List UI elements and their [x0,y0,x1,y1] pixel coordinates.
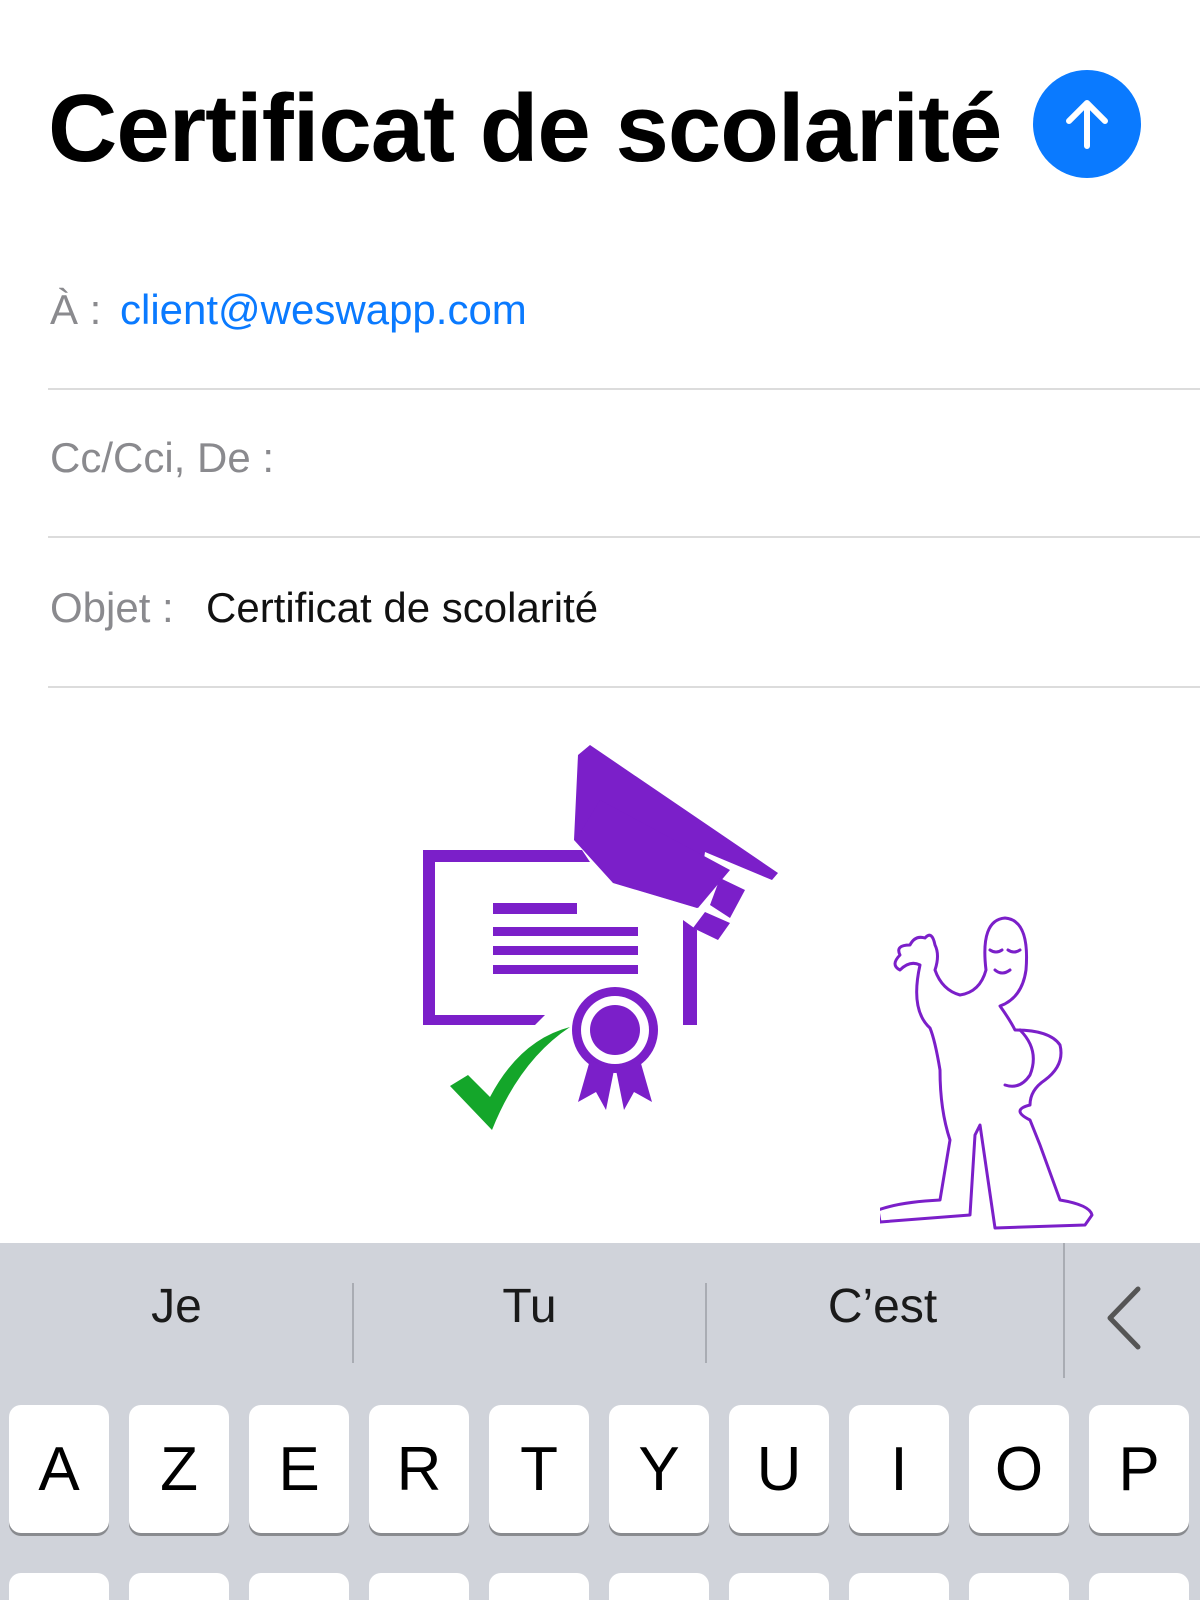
predictive-bar: Je Tu C’est [0,1243,1200,1378]
page-title: Certificat de scolarité [48,75,1002,182]
arrow-up-icon [1066,100,1108,149]
key-row2-3[interactable] [249,1573,349,1600]
keyboard: Je Tu C’est A Z E R T Y U I O P [0,1243,1200,1600]
key-e[interactable]: E [249,1405,349,1533]
cc-bcc-from-label: Cc/Cci, De : [50,434,275,481]
subject-label: Objet : [50,584,174,631]
key-t[interactable]: T [489,1405,589,1533]
key-row2-5[interactable] [489,1573,589,1600]
key-row2-9[interactable] [969,1573,1069,1600]
graduation-cap-icon [574,745,778,940]
to-label: À : [50,286,102,333]
key-y[interactable]: Y [609,1405,709,1533]
award-ribbon-icon [572,987,658,1110]
checkmark-icon [450,1027,570,1130]
certificate-illustration [423,745,778,1130]
key-row2-6[interactable] [609,1573,709,1600]
key-row2-10[interactable] [1089,1573,1189,1600]
subject-input[interactable]: Certificat de scolarité [206,584,598,632]
key-row2-7[interactable] [729,1573,829,1600]
suggestion-je[interactable]: Je [0,1279,353,1334]
cc-bcc-from-field[interactable]: Cc/Cci, De : [48,390,1200,538]
key-row2-1[interactable] [9,1573,109,1600]
key-u[interactable]: U [729,1405,829,1533]
suggestion-cest[interactable]: C’est [706,1279,1059,1334]
key-r[interactable]: R [369,1405,469,1533]
key-a[interactable]: A [9,1405,109,1533]
suggestion-divider [1063,1243,1065,1378]
key-p[interactable]: P [1089,1405,1189,1533]
key-row2-4[interactable] [369,1573,469,1600]
waving-person-illustration [880,916,1094,1230]
key-z[interactable]: Z [129,1405,229,1533]
subject-field[interactable]: Objet : Certificat de scolarité [48,538,1200,688]
suggestion-tu[interactable]: Tu [353,1279,706,1334]
key-row2-8[interactable] [849,1573,949,1600]
to-recipient[interactable]: client@weswapp.com [120,286,527,334]
send-button[interactable] [1033,70,1141,178]
key-row2-2[interactable] [129,1573,229,1600]
to-field[interactable]: À : client@weswapp.com [48,240,1200,390]
key-i[interactable]: I [849,1405,949,1533]
chevron-left-icon[interactable] [1100,1283,1150,1353]
key-o[interactable]: O [969,1405,1069,1533]
